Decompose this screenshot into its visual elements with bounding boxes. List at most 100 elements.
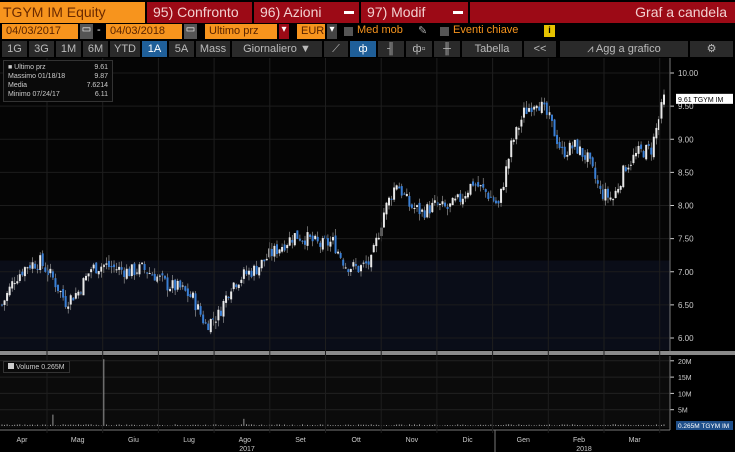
collapse-button[interactable]: << xyxy=(524,41,556,57)
hilo-icon[interactable]: ф▫ xyxy=(406,41,432,57)
range-ytd[interactable]: YTD xyxy=(110,41,140,57)
candle-down xyxy=(444,202,447,207)
candle-up xyxy=(67,306,70,309)
moving-avg-checkbox[interactable] xyxy=(344,27,353,36)
table-button[interactable]: Tabella xyxy=(462,41,522,57)
calendar-icon[interactable]: ▭ xyxy=(184,24,197,39)
candle-down xyxy=(296,230,299,239)
month-label: Set xyxy=(295,437,306,444)
candle-down xyxy=(120,267,123,270)
month-label: Gen xyxy=(517,437,530,444)
candle-up xyxy=(454,198,457,201)
candle-down xyxy=(403,193,406,195)
candle-down xyxy=(62,289,65,298)
candle-down xyxy=(525,107,528,115)
candle-down xyxy=(390,198,393,200)
range-mass[interactable]: Mass xyxy=(196,41,230,57)
range-1g[interactable]: 1G xyxy=(2,41,27,57)
candle-down xyxy=(184,286,187,291)
candle-up xyxy=(522,107,525,118)
candle-up xyxy=(288,237,291,246)
calendar-icon[interactable]: ▭ xyxy=(80,24,93,39)
candle-down xyxy=(563,146,566,158)
candle-up xyxy=(247,270,250,275)
candle-up xyxy=(568,142,571,156)
candle-down xyxy=(29,265,32,269)
candle-up xyxy=(90,269,93,273)
candle-up xyxy=(652,136,655,158)
range-5a[interactable]: 5A xyxy=(169,41,194,57)
candle-down xyxy=(143,264,146,270)
add-to-chart-button[interactable]: ⩘ Agg a grafico xyxy=(560,41,688,57)
range-1m[interactable]: 1M xyxy=(56,41,81,57)
ticker-field[interactable]: TGYM IM Equity xyxy=(0,2,145,23)
range-6m[interactable]: 6M xyxy=(83,41,108,57)
candle-down xyxy=(591,157,594,167)
candle-down xyxy=(530,107,533,113)
legend-label: Massimo 01/18/18 xyxy=(8,73,66,80)
month-label: Feb xyxy=(573,437,585,444)
candle-up xyxy=(11,281,14,289)
edit-button[interactable]: 97) Modif ▬ xyxy=(361,2,468,23)
candle-up xyxy=(217,309,220,321)
candle-up xyxy=(332,237,334,241)
end-date-input[interactable]: 04/03/2018 xyxy=(106,24,182,39)
chart-toolbar: Giornaliero ▼ ⟋ ф ╢ ф▫ ╫ Tabella << ⩘ Ag… xyxy=(0,41,735,57)
candle-up xyxy=(370,254,373,268)
candle-up xyxy=(416,205,419,207)
gear-icon[interactable]: ⚙ xyxy=(690,41,733,57)
candle-down xyxy=(545,102,548,115)
bar-chart-icon[interactable]: ╫ xyxy=(434,41,460,57)
price-chart[interactable]: 10.009.509.008.508.007.507.006.506.009.6… xyxy=(0,58,735,452)
frequency-select[interactable]: Giornaliero ▼ xyxy=(232,41,322,57)
candle-up xyxy=(431,202,434,213)
candle-down xyxy=(576,139,579,154)
candle-down xyxy=(270,248,273,257)
month-label: Mag xyxy=(71,437,85,444)
candle-up xyxy=(500,188,503,203)
candle-up xyxy=(510,140,513,158)
candle-down xyxy=(319,242,322,247)
candle-up xyxy=(242,269,245,279)
candle-up xyxy=(138,264,141,275)
line-chart-icon[interactable]: ⟋ xyxy=(324,41,348,57)
range-3g[interactable]: 3G xyxy=(29,41,54,57)
candle-up xyxy=(329,241,332,247)
info-icon[interactable]: i xyxy=(544,25,555,37)
candle-down xyxy=(410,204,413,208)
key-events-checkbox[interactable] xyxy=(440,27,449,36)
chevron-down-icon: ▬ xyxy=(453,6,463,17)
candle-down xyxy=(489,196,492,198)
candle-up xyxy=(655,127,658,139)
candle-up xyxy=(281,246,284,252)
y-tick-label: 9.00 xyxy=(678,135,694,144)
range-1a[interactable]: 1A xyxy=(142,41,167,57)
candle-up xyxy=(456,194,459,198)
candle-down xyxy=(245,270,248,275)
y-tick-label: 7.50 xyxy=(678,235,694,244)
year-label: 2018 xyxy=(576,446,592,452)
candle-down xyxy=(543,102,546,105)
currency-select[interactable]: EUR xyxy=(297,24,325,39)
date-separator: - xyxy=(97,24,101,36)
candle-up xyxy=(528,108,531,112)
candle-up xyxy=(393,187,396,200)
candle-up xyxy=(360,265,363,272)
candle-up xyxy=(286,245,289,249)
volume-tick-label: 20M xyxy=(678,359,692,366)
pencil-icon[interactable]: ✎ xyxy=(418,24,427,37)
field-select[interactable]: Ultimo prz xyxy=(205,24,277,39)
actions-button[interactable]: 96) Azioni ▬ xyxy=(254,2,359,23)
legend-value: 7.6214 xyxy=(86,82,108,89)
legend-value: 9.61 xyxy=(94,64,108,71)
chevron-down-icon[interactable]: ▾ xyxy=(327,24,337,39)
month-label: Ott xyxy=(352,437,361,444)
chart-type-title: Graf a candela xyxy=(470,2,735,23)
compare-button[interactable]: 95) Confronto xyxy=(147,2,252,23)
actions-label: 96) Azioni xyxy=(260,4,322,20)
candle-chart-icon[interactable]: ф xyxy=(350,41,376,57)
chevron-down-icon[interactable]: ▾ xyxy=(279,24,289,39)
start-date-input[interactable]: 04/03/2017 xyxy=(2,24,78,39)
ohlc-bar-icon[interactable]: ╢ xyxy=(378,41,404,57)
candle-up xyxy=(258,267,261,276)
